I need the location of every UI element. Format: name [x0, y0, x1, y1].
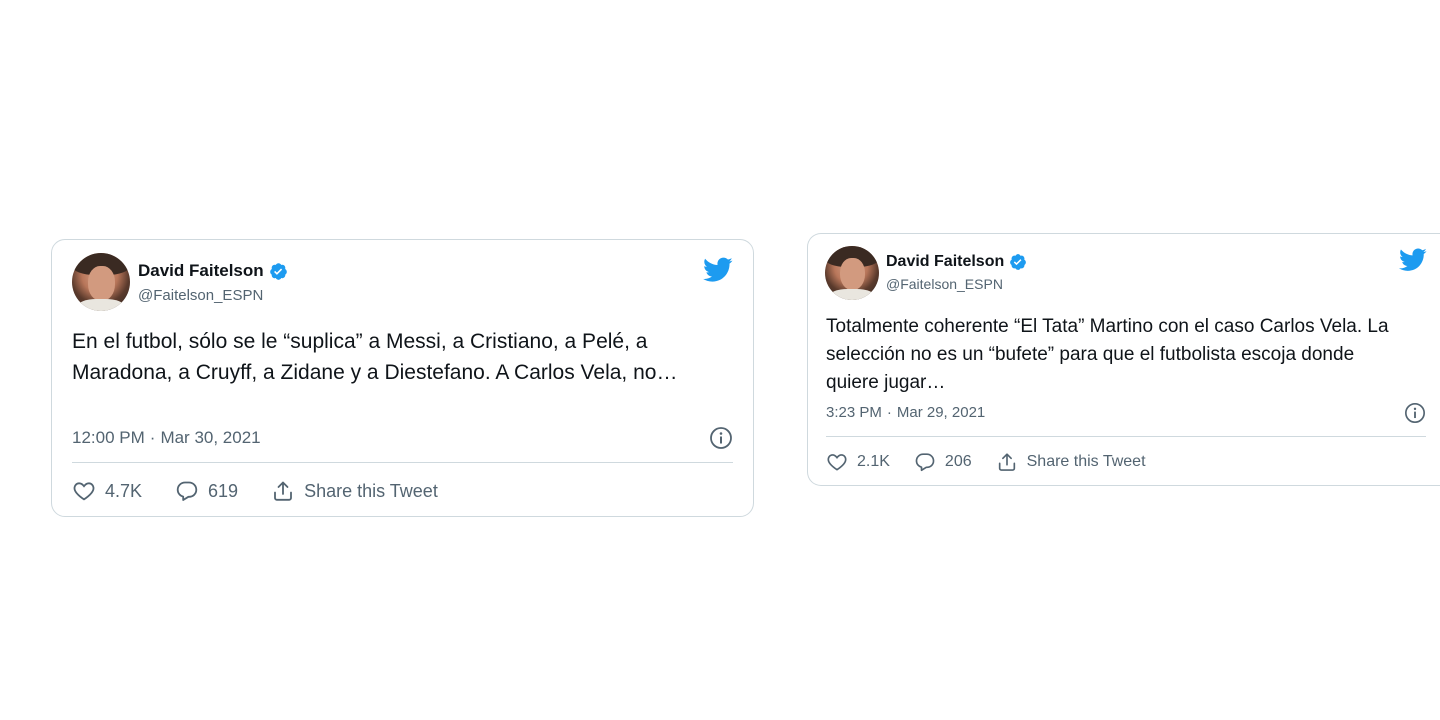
tweet-card[interactable]: David Faitelson @Faitelson_ESPN Totalmen… — [807, 233, 1440, 486]
twitter-bird-icon[interactable] — [703, 257, 733, 283]
reply-count: 619 — [208, 480, 239, 501]
share-icon — [274, 481, 292, 501]
heart-icon — [827, 454, 847, 471]
share-button[interactable]: Share this Tweet — [271, 479, 438, 503]
tweet-actions: 2.1K 206 Share this Tweet — [826, 451, 1170, 473]
like-count: 4.7K — [105, 480, 143, 501]
share-icon — [998, 453, 1015, 471]
twitter-bird-icon[interactable] — [1399, 248, 1427, 272]
tweet-time[interactable]: 3:23 PM — [826, 404, 882, 421]
tweet-text: Totalmente coherente “El Tata” Martino c… — [826, 316, 1389, 393]
tweet-date[interactable]: Mar 29, 2021 — [897, 404, 985, 421]
divider — [72, 462, 733, 463]
tweet-time[interactable]: 12:00 PM — [72, 428, 145, 448]
tweet-text: En el futbol, sólo se le “suplica” a Mes… — [72, 330, 678, 384]
tweet-timestamp[interactable]: 3:23 PM · Mar 29, 2021 — [826, 404, 985, 421]
like-button[interactable]: 4.7K — [72, 479, 142, 503]
reply-count: 206 — [944, 453, 972, 470]
timestamp-separator: · — [886, 404, 892, 421]
avatar[interactable] — [72, 253, 130, 311]
like-button[interactable]: 2.1K — [826, 451, 890, 473]
reply-button[interactable]: 206 — [914, 451, 972, 473]
author-handle[interactable]: @Faitelson_ESPN — [886, 276, 1003, 292]
reply-button[interactable]: 619 — [175, 479, 238, 503]
tweet-actions: 4.7K 619 Share this Tweet — [72, 479, 471, 503]
verified-badge-icon — [1010, 254, 1027, 270]
avatar[interactable] — [825, 246, 879, 300]
info-icon[interactable] — [1404, 402, 1426, 424]
like-count: 2.1K — [857, 453, 890, 470]
divider — [826, 436, 1426, 437]
timestamp-separator: · — [149, 428, 156, 447]
reply-bubble-icon — [176, 481, 198, 501]
tweet-card[interactable]: David Faitelson @Faitelson_ESPN En el fu… — [51, 239, 754, 517]
author-handle[interactable]: @Faitelson_ESPN — [138, 287, 263, 304]
share-button[interactable]: Share this Tweet — [996, 451, 1146, 473]
author-name[interactable]: David Faitelson — [138, 261, 264, 281]
tweet-date[interactable]: Mar 30, 2021 — [160, 428, 260, 448]
info-icon[interactable] — [709, 426, 733, 450]
reply-bubble-icon — [915, 453, 935, 472]
share-label: Share this Tweet — [304, 480, 438, 501]
author-name-row[interactable]: David Faitelson — [886, 253, 1027, 271]
author-name-row[interactable]: David Faitelson — [138, 261, 288, 281]
author-name[interactable]: David Faitelson — [886, 253, 1004, 271]
share-label: Share this Tweet — [1026, 453, 1146, 470]
verified-badge-icon — [269, 262, 287, 280]
tweet-timestamp[interactable]: 12:00 PM · Mar 30, 2021 — [72, 428, 261, 448]
heart-icon — [73, 482, 95, 501]
